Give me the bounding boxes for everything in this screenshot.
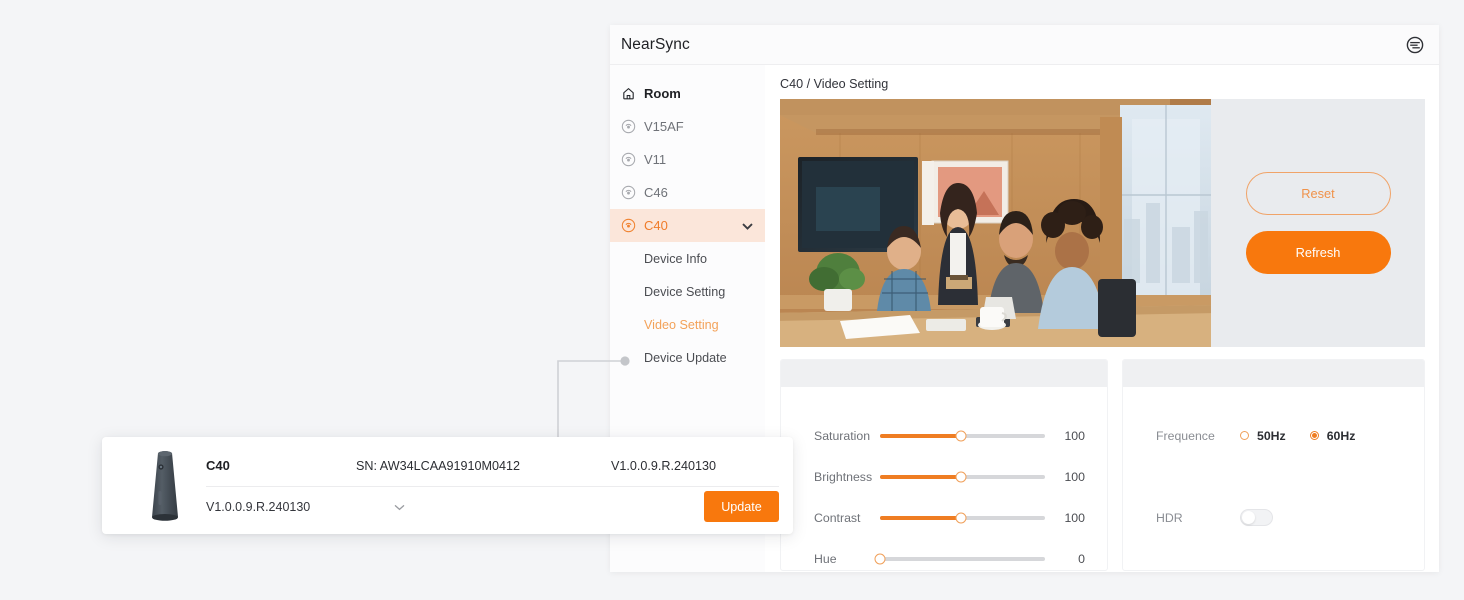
- sidebar-item-c40[interactable]: C40: [610, 209, 765, 242]
- action-buttons: Reset Refresh: [1211, 99, 1425, 347]
- sidebar-subitem-label: Device Update: [644, 351, 727, 365]
- hdr-row: HDR: [1156, 497, 1402, 538]
- sidebar-subitem-device-info[interactable]: Device Info: [610, 242, 765, 275]
- hdr-label: HDR: [1156, 511, 1240, 525]
- image-sliders-card: Saturation 100 Brightness: [780, 359, 1108, 571]
- modal-device-row: C40 SN: AW34LCAA91910M0412 V1.0.0.9.R.24…: [206, 445, 779, 487]
- screen: NearSync: [0, 0, 1464, 600]
- preview-row: Reset Refresh: [780, 99, 1425, 347]
- slider-value: 100: [1045, 470, 1085, 484]
- device-signal-icon: [616, 218, 640, 233]
- device-signal-icon: [616, 185, 640, 200]
- app-title: NearSync: [621, 36, 690, 54]
- device-signal-icon: [616, 152, 640, 167]
- sidebar-item-label: V15AF: [644, 119, 684, 134]
- slider-row-brightness: Brightness 100: [814, 456, 1085, 497]
- sidebar-subitem-label: Device Setting: [644, 285, 725, 299]
- options-body: Frequence 50Hz 60Hz: [1123, 387, 1424, 570]
- slider-value: 0: [1045, 552, 1085, 566]
- radio-dot-icon: [1240, 431, 1249, 440]
- sidebar-item-label: C46: [644, 185, 668, 200]
- sliders-body: Saturation 100 Brightness: [781, 387, 1107, 571]
- sidebar-subitem-device-setting[interactable]: Device Setting: [610, 275, 765, 308]
- reset-button[interactable]: Reset: [1246, 172, 1391, 215]
- slider-thumb[interactable]: [875, 553, 886, 564]
- radio-60hz[interactable]: 60Hz: [1310, 429, 1356, 443]
- modal-content: C40 SN: AW34LCAA91910M0412 V1.0.0.9.R.24…: [198, 445, 779, 526]
- slider-label: Hue: [814, 552, 877, 566]
- modal-device-name: C40: [206, 458, 356, 473]
- modal-serial-number: SN: AW34LCAA91910M0412: [356, 459, 611, 473]
- slider-thumb[interactable]: [955, 512, 966, 523]
- version-select-value: V1.0.0.9.R.240130: [206, 500, 310, 514]
- chevron-down-icon: [394, 500, 405, 514]
- slider-label: Brightness: [814, 470, 877, 484]
- slider-thumb[interactable]: [955, 471, 966, 482]
- c40-camera-icon: [132, 445, 198, 526]
- sidebar-item-v15af[interactable]: V15AF: [610, 110, 765, 143]
- app-header: NearSync: [610, 25, 1439, 65]
- card-header-strip: [781, 360, 1107, 387]
- content-area: C40 / Video Setting: [765, 65, 1439, 572]
- chevron-down-icon[interactable]: [742, 218, 753, 233]
- slider-row-saturation: Saturation 100: [814, 415, 1085, 456]
- sidebar-item-v11[interactable]: V11: [610, 143, 765, 176]
- contrast-slider[interactable]: [880, 516, 1045, 520]
- slider-label: Saturation: [814, 429, 877, 443]
- language-globe-icon[interactable]: [1405, 35, 1425, 55]
- update-button[interactable]: Update: [704, 491, 779, 522]
- slider-thumb[interactable]: [955, 430, 966, 441]
- refresh-button[interactable]: Refresh: [1246, 231, 1391, 274]
- saturation-slider[interactable]: [880, 434, 1045, 438]
- sidebar-subitem-device-update[interactable]: Device Update: [610, 341, 765, 374]
- settings-cards: Saturation 100 Brightness: [780, 359, 1425, 571]
- brightness-slider[interactable]: [880, 475, 1045, 479]
- slider-value: 100: [1045, 429, 1085, 443]
- frequence-radio-group: 50Hz 60Hz: [1240, 429, 1355, 443]
- modal-update-row: V1.0.0.9.R.240130 Update: [206, 487, 779, 526]
- sidebar-item-label: Room: [644, 86, 681, 101]
- slider-row-hue: Hue 0: [814, 538, 1085, 571]
- sidebar-subitem-label: Device Info: [644, 252, 707, 266]
- frequence-row: Frequence 50Hz 60Hz: [1156, 415, 1402, 456]
- hue-slider[interactable]: [880, 557, 1045, 561]
- home-icon: [616, 86, 640, 101]
- sidebar-item-label: C40: [644, 218, 668, 233]
- slider-row-contrast: Contrast 100: [814, 497, 1085, 538]
- frequence-label: Frequence: [1156, 429, 1240, 443]
- slider-label: Contrast: [814, 511, 877, 525]
- device-signal-icon: [616, 119, 640, 134]
- options-card: Frequence 50Hz 60Hz: [1122, 359, 1425, 571]
- sidebar-item-label: V11: [644, 152, 666, 167]
- version-select[interactable]: V1.0.0.9.R.240130: [206, 500, 411, 514]
- sidebar-item-c46[interactable]: C46: [610, 176, 765, 209]
- sidebar-subitem-video-setting[interactable]: Video Setting: [610, 308, 765, 341]
- slider-value: 100: [1045, 511, 1085, 525]
- sidebar-subitem-label: Video Setting: [644, 318, 719, 332]
- modal-current-version: V1.0.0.9.R.240130: [611, 459, 716, 473]
- radio-dot-icon: [1310, 431, 1319, 440]
- device-update-modal: C40 SN: AW34LCAA91910M0412 V1.0.0.9.R.24…: [102, 437, 793, 534]
- hdr-toggle[interactable]: [1240, 509, 1273, 526]
- toggle-knob: [1242, 511, 1255, 524]
- camera-preview: [780, 99, 1211, 347]
- radio-label: 50Hz: [1257, 429, 1286, 443]
- card-header-strip: [1123, 360, 1424, 387]
- breadcrumb: C40 / Video Setting: [780, 77, 1425, 91]
- radio-50hz[interactable]: 50Hz: [1240, 429, 1286, 443]
- radio-label: 60Hz: [1327, 429, 1356, 443]
- sidebar-item-room[interactable]: Room: [610, 77, 765, 110]
